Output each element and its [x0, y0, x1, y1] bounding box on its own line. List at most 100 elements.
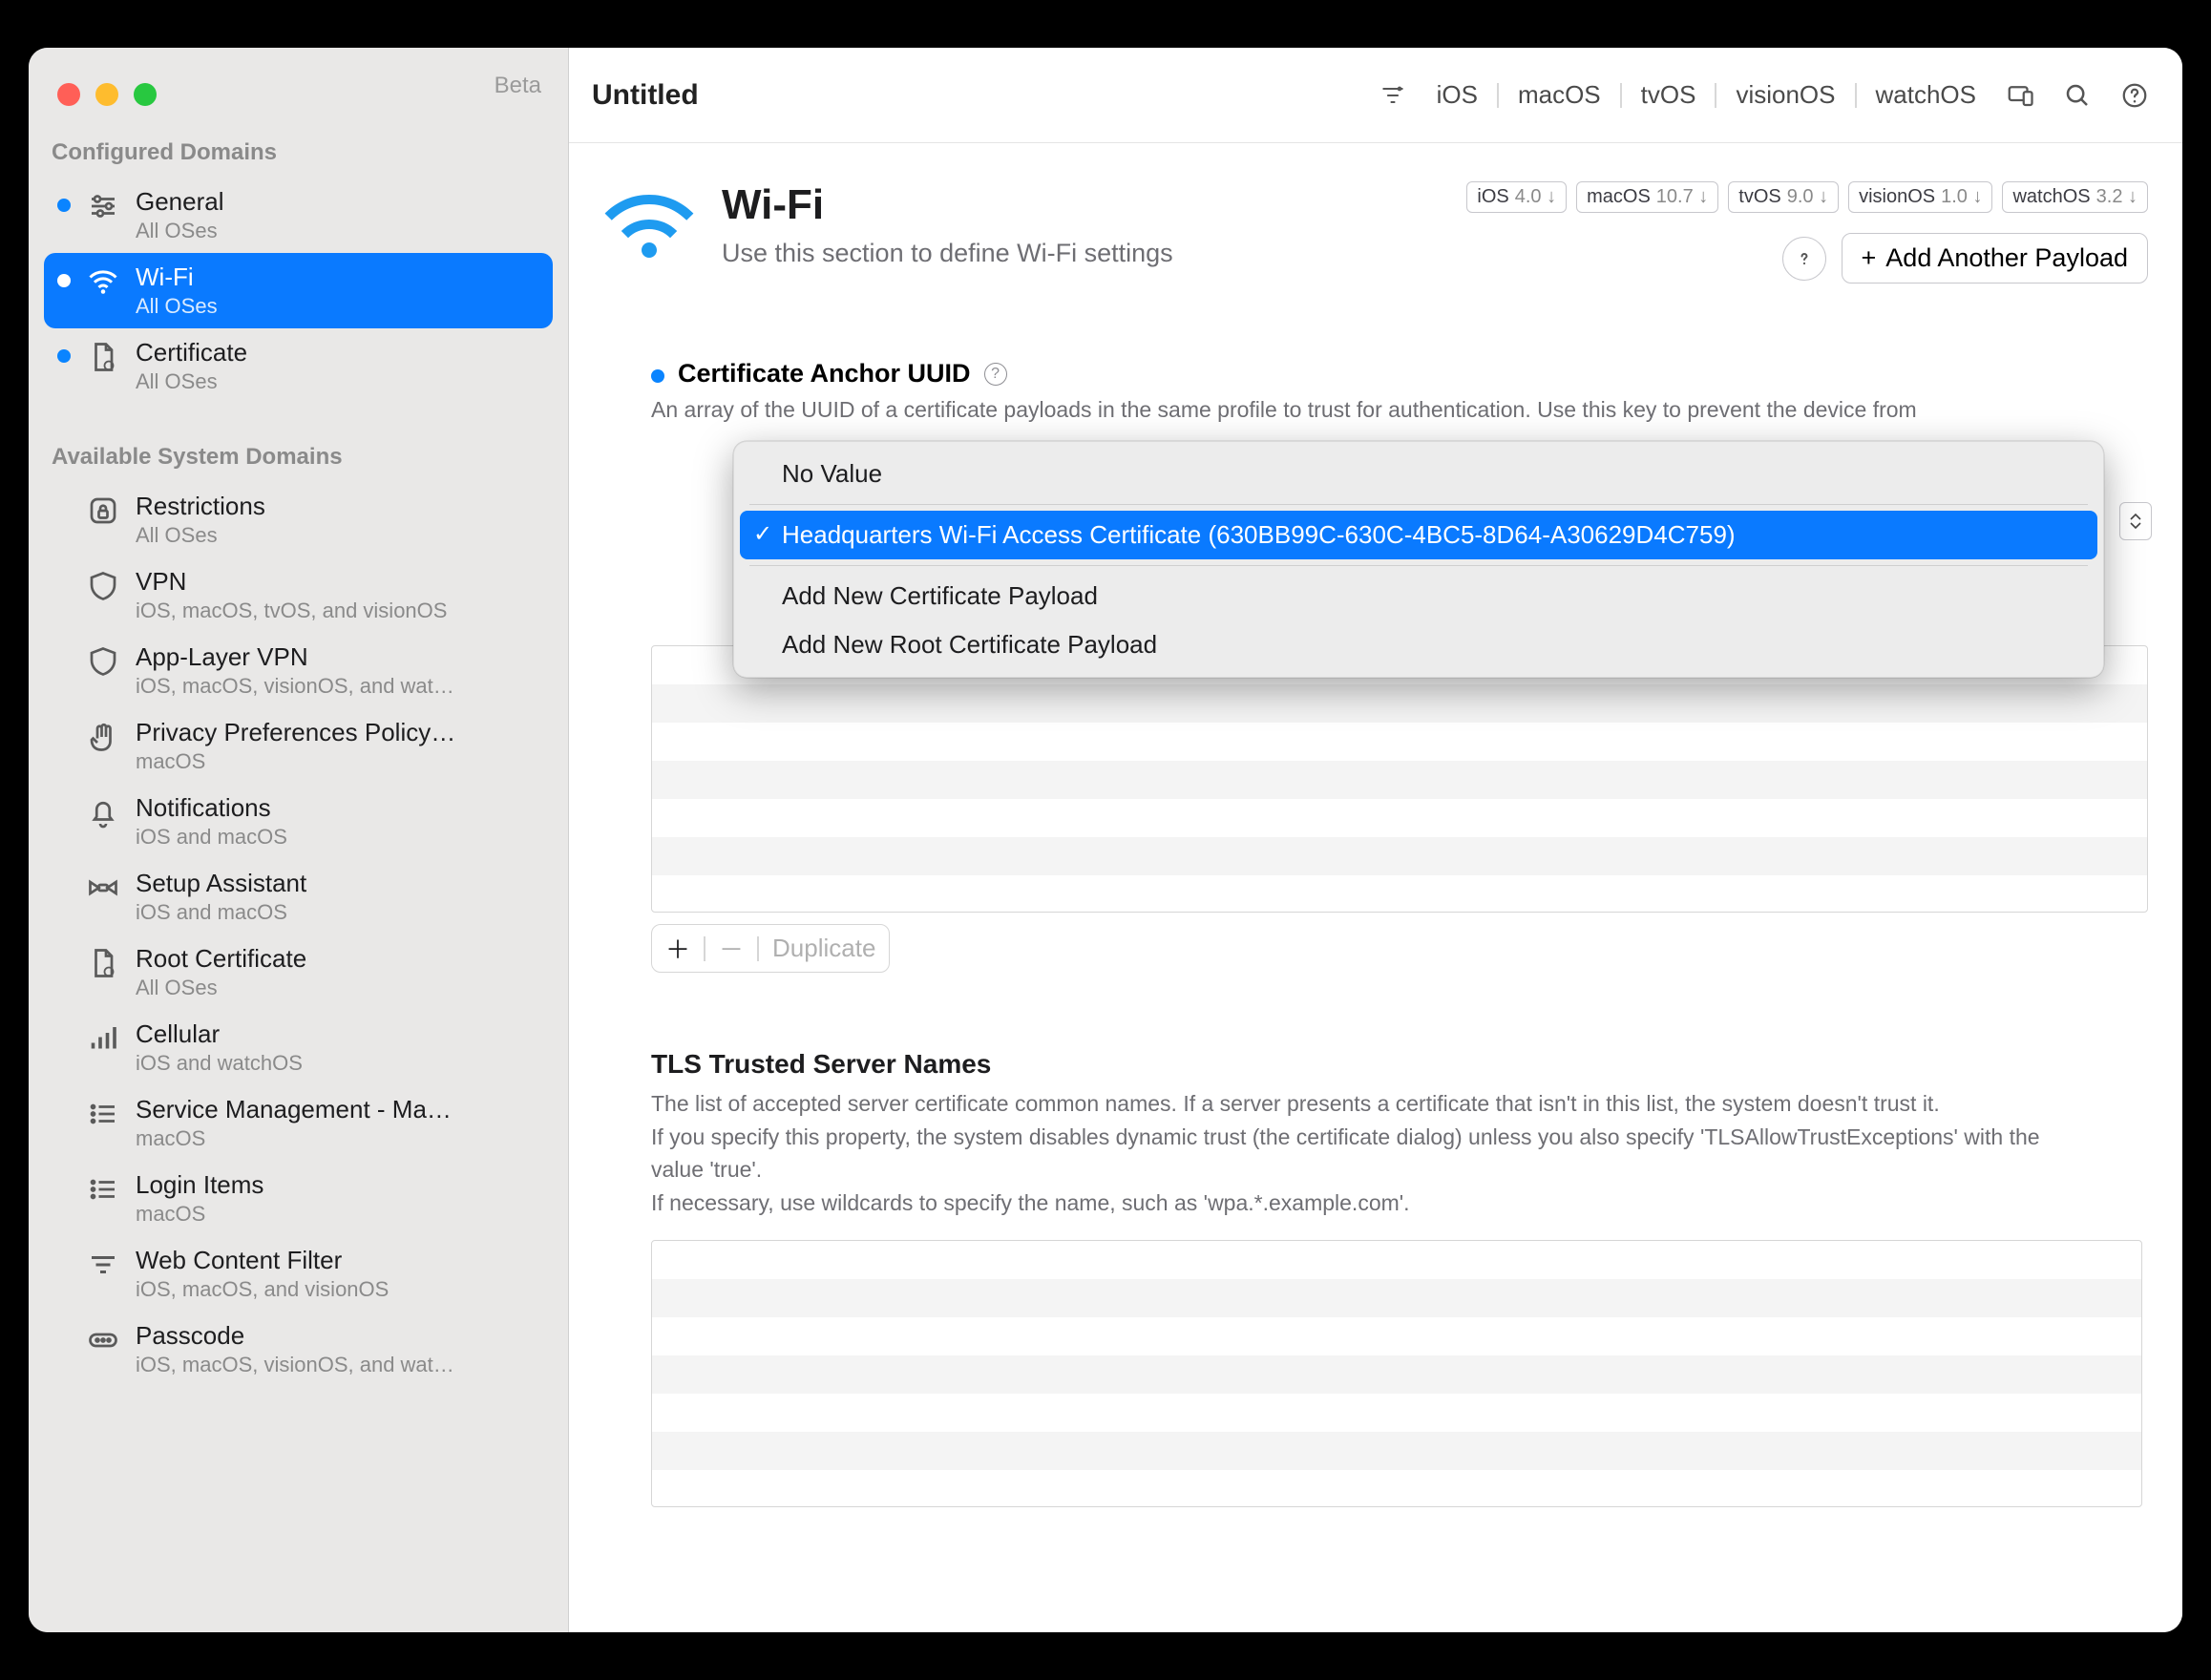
- dropdown-option-selected[interactable]: Headquarters Wi-Fi Access Certificate (6…: [740, 511, 2097, 559]
- search-icon[interactable]: [2058, 76, 2096, 115]
- add-payload-button[interactable]: + Add Another Payload: [1842, 233, 2148, 284]
- dropdown-option-add-cert[interactable]: Add New Certificate Payload: [740, 572, 2097, 620]
- device-icon[interactable]: [2001, 76, 2039, 115]
- dropdown-option-add-root-cert[interactable]: Add New Root Certificate Payload: [740, 620, 2097, 669]
- os-badge-macos: macOS10.7 ↓: [1576, 181, 1718, 213]
- sidebar-item-notifications[interactable]: NotificationsiOS and macOS: [44, 784, 553, 859]
- separator: [757, 936, 759, 961]
- sidebar-item-root-certificate[interactable]: Root CertificateAll OSes: [44, 934, 553, 1010]
- field-help-icon[interactable]: ?: [984, 363, 1007, 386]
- sidebar-item-restrictions[interactable]: RestrictionsAll OSes: [44, 482, 553, 557]
- os-tab-ios[interactable]: iOS: [1431, 80, 1484, 110]
- bell-icon: [86, 795, 120, 830]
- field-indicator-dot: [651, 369, 664, 383]
- sidebar-item-cellular[interactable]: CellulariOS and watchOS: [44, 1010, 553, 1085]
- sidebar-item-subtitle: iOS, macOS, visionOS, and wat…: [136, 1353, 454, 1377]
- os-tab-macos[interactable]: macOS: [1512, 80, 1607, 110]
- add-row-button[interactable]: ＋: [665, 931, 690, 966]
- sidebar-item-title: Restrictions: [136, 492, 265, 521]
- sidebar-item-title: Passcode: [136, 1321, 454, 1351]
- sidebar-item-title: Web Content Filter: [136, 1246, 389, 1275]
- dropdown-stepper-icon[interactable]: [2119, 502, 2152, 540]
- sidebar-item-web-content-filter[interactable]: Web Content FilteriOS, macOS, and vision…: [44, 1236, 553, 1312]
- dropdown-option-no-value[interactable]: No Value: [740, 450, 2097, 498]
- sidebar-item-subtitle: iOS, macOS, and visionOS: [136, 1277, 389, 1302]
- sidebar-item-subtitle: All OSes: [136, 976, 306, 1000]
- sidebar-item-login-items[interactable]: Login ItemsmacOS: [44, 1161, 553, 1236]
- os-tab-visionos[interactable]: visionOS: [1730, 80, 1841, 110]
- table-row[interactable]: [652, 1432, 2141, 1470]
- sidebar-item-title: App-Layer VPN: [136, 642, 454, 672]
- table-row[interactable]: [652, 723, 2147, 761]
- sidebar: Beta Configured Domains GeneralAll OSesW…: [29, 48, 569, 1632]
- field-description: An array of the UUID of a certificate pa…: [651, 394, 2064, 426]
- sidebar-item-subtitle: All OSes: [136, 294, 218, 319]
- section-help-button[interactable]: [1782, 237, 1826, 281]
- dropdown-separator: [749, 504, 2088, 505]
- sidebar-item-wi-fi[interactable]: Wi-FiAll OSes: [44, 253, 553, 328]
- main-area: Untitled iOSmacOStvOSvisionOSwatchOS: [569, 48, 2182, 1632]
- table-row[interactable]: [652, 1317, 2141, 1355]
- beta-label: Beta: [495, 73, 541, 99]
- field2-title: TLS Trusted Server Names: [651, 1049, 2148, 1080]
- sidebar-item-subtitle: iOS and macOS: [136, 900, 306, 925]
- sidebar-item-general[interactable]: GeneralAll OSes: [44, 178, 553, 253]
- table-row[interactable]: [652, 1241, 2141, 1279]
- duplicate-row-button[interactable]: Duplicate: [772, 934, 875, 963]
- table-row[interactable]: [652, 1394, 2141, 1432]
- table-row[interactable]: [652, 1355, 2141, 1394]
- sidebar-item-subtitle: All OSes: [136, 523, 265, 548]
- add-payload-label: Add Another Payload: [1885, 243, 2128, 273]
- os-badge-visionos: visionOS1.0 ↓: [1848, 181, 1992, 213]
- certificate-uuid-table[interactable]: [651, 645, 2148, 913]
- sidebar-item-subtitle: iOS and macOS: [136, 825, 287, 850]
- field2-description: The list of accepted server certificate …: [651, 1087, 2064, 1219]
- sidebar-item-subtitle: All OSes: [136, 369, 247, 394]
- sidebar-item-passcode[interactable]: PasscodeiOS, macOS, visionOS, and wat…: [44, 1312, 553, 1387]
- filter-icon[interactable]: [1374, 76, 1412, 115]
- table-row[interactable]: [652, 837, 2147, 875]
- os-badge-ios: iOS4.0 ↓: [1466, 181, 1567, 213]
- section-title: Wi-Fi: [722, 181, 1173, 229]
- os-tabs: iOS macOS tvOS visionOS watchOS: [1431, 80, 1982, 110]
- cert-icon: [86, 946, 120, 980]
- help-icon[interactable]: [2116, 76, 2154, 115]
- tls-trusted-server-names-section: TLS Trusted Server Names The list of acc…: [603, 1049, 2148, 1507]
- os-tab-watchos[interactable]: watchOS: [1870, 80, 1983, 110]
- configured-indicator-dot: [57, 349, 71, 363]
- separator: [1855, 83, 1857, 108]
- os-badge-watchos: watchOS3.2 ↓: [2002, 181, 2148, 213]
- sidebar-item-setup-assistant[interactable]: Setup AssistantiOS and macOS: [44, 859, 553, 934]
- sidebar-item-vpn[interactable]: VPNiOS, macOS, tvOS, and visionOS: [44, 557, 553, 633]
- sidebar-item-certificate[interactable]: CertificateAll OSes: [44, 328, 553, 404]
- shield-icon: [86, 569, 120, 603]
- sidebar-item-service-management-ma-[interactable]: Service Management - Ma…macOS: [44, 1085, 553, 1161]
- certificate-dropdown-menu[interactable]: No Value Headquarters Wi-Fi Access Certi…: [733, 441, 2104, 678]
- certificate-anchor-uuid-section: Certificate Anchor UUID ? An array of th…: [603, 359, 2148, 973]
- table-row[interactable]: [652, 761, 2147, 799]
- table-row[interactable]: [652, 1279, 2141, 1317]
- section-description: Use this section to define Wi-Fi setting…: [722, 239, 1173, 268]
- sidebar-item-title: Service Management - Ma…: [136, 1095, 452, 1124]
- os-tab-tvos[interactable]: tvOS: [1635, 80, 1702, 110]
- minimize-window-button[interactable]: [95, 83, 118, 106]
- available-domains-label: Available System Domains: [36, 419, 560, 482]
- sidebar-item-privacy-preferences-policy-[interactable]: Privacy Preferences Policy…macOS: [44, 708, 553, 784]
- sidebar-item-app-layer-vpn[interactable]: App-Layer VPNiOS, macOS, visionOS, and w…: [44, 633, 553, 708]
- tls-names-table[interactable]: [651, 1240, 2142, 1507]
- configured-indicator-dot: [57, 274, 71, 287]
- sidebar-item-subtitle: macOS: [136, 1126, 452, 1151]
- table-row[interactable]: [652, 875, 2147, 914]
- table-row[interactable]: [652, 684, 2147, 723]
- close-window-button[interactable]: [57, 83, 80, 106]
- table-row[interactable]: [652, 1470, 2141, 1508]
- remove-row-button[interactable]: －: [719, 931, 744, 966]
- cert-icon: [86, 340, 120, 374]
- separator: [1497, 83, 1499, 108]
- configured-indicator-dot: [57, 199, 71, 212]
- sidebar-item-title: Cellular: [136, 1019, 303, 1049]
- zoom-window-button[interactable]: [134, 83, 157, 106]
- table-row[interactable]: [652, 799, 2147, 837]
- sidebar-item-subtitle: iOS, macOS, visionOS, and wat…: [136, 674, 454, 699]
- sidebar-item-title: Root Certificate: [136, 944, 306, 974]
